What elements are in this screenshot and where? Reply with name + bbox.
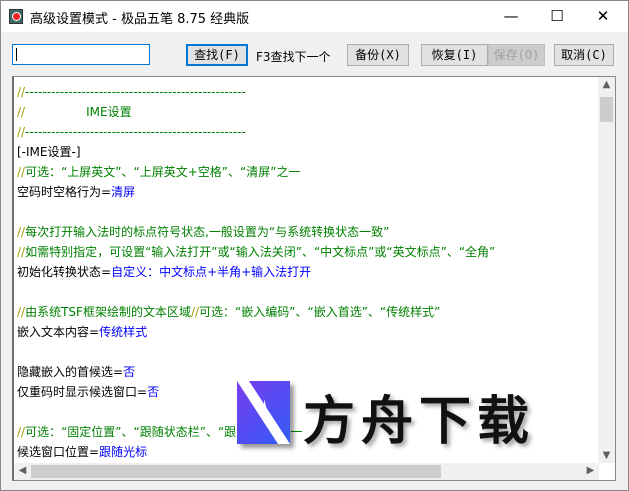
watermark-logo-icon	[237, 381, 290, 444]
scroll-left-icon[interactable]: ◀	[14, 465, 31, 476]
editor-line: //可选：“上屏英文”、“上屏英文+空格”、“清屏”之一	[17, 162, 600, 182]
comment-text: 可选：“上屏英文”、“上屏英文+空格”、“清屏”之一	[25, 165, 301, 179]
restore-button[interactable]: 恢复(I)	[421, 44, 488, 66]
comment-text: //	[17, 125, 26, 139]
maximize-button[interactable]: ☐	[534, 1, 580, 32]
comment-text: IME设置	[25, 105, 132, 119]
setting-value: 自定义：中文标点+半角+输入法打开	[111, 265, 312, 279]
comment-text: 可选：“嵌入编码”、“嵌入首选”、“传统样式”	[199, 305, 441, 319]
editor-line: 初始化转换状态=自定义：中文标点+半角+输入法打开	[17, 262, 600, 282]
horizontal-scrollbar[interactable]: ◀ ▶	[14, 463, 599, 480]
find-next-hint: F3查找下一个	[256, 50, 331, 64]
editor-line: 空码时空格行为=清屏	[17, 182, 600, 202]
editor-line: //如需特别指定，可设置“输入法打开”或“输入法关闭”、“中文标点”或“英文标点…	[17, 242, 600, 262]
vertical-scroll-thumb[interactable]	[600, 97, 613, 122]
comment-text: //	[17, 85, 26, 99]
editor-line: //由系统TSF框架绘制的文本区域//可选：“嵌入编码”、“嵌入首选”、“传统样…	[17, 302, 600, 322]
comment-text: //	[190, 305, 200, 319]
title-bar: 高级设置模式 - 极品五笔 8.75 经典版 — ☐ ✕	[1, 1, 628, 32]
watermark-logo: 方舟下载	[237, 381, 582, 463]
minimize-button[interactable]: —	[488, 1, 534, 32]
setting-value: 否	[123, 365, 136, 379]
editor-line: //--------------------------------------…	[17, 122, 600, 142]
comment-text: 由系统TSF框架绘制的文本区域	[25, 305, 191, 319]
search-input[interactable]	[12, 44, 150, 65]
comment-text: 如需特别指定，可设置“输入法打开”或“输入法关闭”、“中文标点”或“英文标点”、…	[25, 245, 496, 259]
setting-key: 仅重码时显示候选窗口=	[17, 385, 148, 399]
setting-value: 否	[147, 385, 160, 399]
comment-text: //	[17, 425, 26, 439]
setting-key: [-IME设置-]	[17, 145, 81, 159]
comment-text: ----------------------------------------…	[25, 85, 246, 99]
editor-line: // IME设置	[17, 102, 600, 122]
editor-line: 嵌入文本内容=传统样式	[17, 322, 600, 342]
setting-key: 空码时空格行为=	[17, 185, 112, 199]
setting-value: 传统样式	[99, 325, 148, 339]
comment-text: //	[17, 245, 26, 259]
editor-line: [-IME设置-]	[17, 142, 600, 162]
setting-key: 隐藏嵌入的首候选=	[17, 365, 124, 379]
close-button[interactable]: ✕	[580, 1, 626, 32]
comment-text: 每次打开输入法时的标点符号状态,一般设置为“与系统转换状态一致”	[25, 225, 390, 239]
save-button: 保存(O)	[488, 44, 545, 66]
vertical-scrollbar[interactable]: ▲ ▼	[598, 77, 615, 463]
comment-text: //	[17, 105, 26, 119]
watermark-text: 方舟下载	[303, 392, 536, 452]
horizontal-scroll-thumb[interactable]	[31, 465, 441, 478]
setting-key: 嵌入文本内容=	[17, 325, 100, 339]
setting-value: 跟随光标	[99, 445, 148, 459]
app-icon	[9, 9, 23, 24]
setting-value: 清屏	[111, 185, 136, 199]
comment-text: //	[17, 165, 26, 179]
cancel-button[interactable]: 取消(C)	[554, 44, 614, 66]
backup-button[interactable]: 备份(X)	[347, 44, 409, 66]
window-title: 高级设置模式 - 极品五笔 8.75 经典版	[30, 12, 250, 27]
scroll-right-icon[interactable]: ▶	[582, 465, 599, 476]
editor-line: //每次打开输入法时的标点符号状态,一般设置为“与系统转换状态一致”	[17, 222, 600, 242]
setting-key: 候选窗口位置=	[17, 445, 100, 459]
scroll-up-icon[interactable]: ▲	[598, 79, 615, 90]
editor-line: //--------------------------------------…	[17, 82, 600, 102]
comment-text: ----------------------------------------…	[25, 125, 246, 139]
comment-text: //	[17, 225, 26, 239]
find-button[interactable]: 查找(F)	[186, 44, 248, 66]
scroll-down-icon[interactable]: ▼	[598, 450, 615, 461]
comment-text: //	[17, 305, 26, 319]
setting-key: 初始化转换状态=	[17, 265, 112, 279]
